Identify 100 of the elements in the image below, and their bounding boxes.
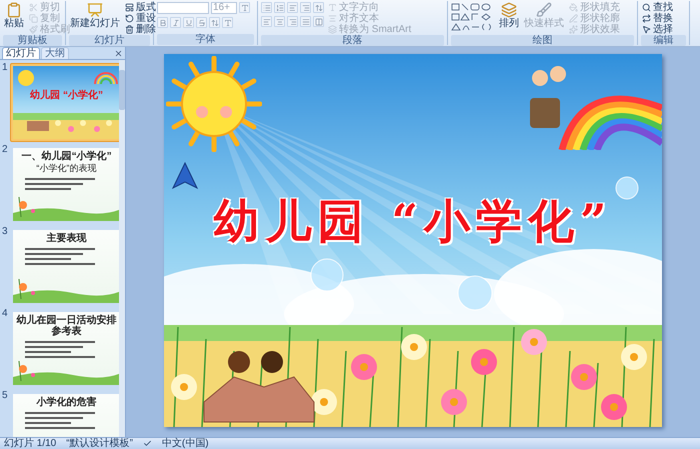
- ribbon-button[interactable]: 查找: [641, 2, 674, 13]
- button-icon: [125, 14, 134, 23]
- format-toggle[interactable]: [170, 17, 181, 28]
- panel-tab[interactable]: 幻灯片: [2, 47, 40, 59]
- format-icon: [172, 18, 180, 26]
- button-icon: [501, 2, 517, 18]
- ribbon-button[interactable]: 重设: [124, 13, 157, 24]
- format-icon: [314, 4, 322, 12]
- format-icon: [158, 18, 166, 26]
- scrollbar-thumb[interactable]: [119, 70, 125, 110]
- button-icon: [328, 3, 337, 12]
- format-icon: [276, 18, 284, 26]
- thumbnail-title: 小学化的危害: [36, 397, 97, 408]
- thumbnail-subtitle: “小学化”的表现: [36, 164, 97, 174]
- button-icon: [29, 14, 38, 23]
- format-toggle[interactable]: [313, 16, 324, 27]
- group-label: 编辑: [641, 35, 686, 46]
- format-toggle[interactable]: [300, 2, 311, 13]
- text-lines-drawing: [24, 411, 95, 431]
- button-icon: [536, 2, 552, 18]
- theme-name: “默认设计模板”: [66, 438, 133, 449]
- button-icon: [642, 25, 651, 34]
- bubble-drawing: [615, 176, 639, 200]
- slide-number: 3: [2, 227, 8, 239]
- text-lines-drawing: [24, 177, 95, 192]
- slide-number: 2: [2, 145, 8, 157]
- slide-number: 1: [2, 63, 8, 75]
- thumbnail-title: 幼儿园 “小学化”: [30, 90, 103, 101]
- button-icon: [29, 3, 38, 12]
- format-toggle[interactable]: [261, 2, 272, 13]
- format-toggle[interactable]: [287, 16, 298, 27]
- bubble-drawing: [310, 258, 344, 292]
- button-icon: [87, 2, 103, 18]
- group-label: 字体: [157, 34, 254, 45]
- format-toggle[interactable]: [209, 17, 220, 28]
- slide-title: 幼儿园 “小学化”: [214, 194, 612, 248]
- format-toggle[interactable]: [261, 16, 272, 27]
- format-toggle[interactable]: [274, 16, 285, 27]
- format-icon: [224, 18, 232, 26]
- group-label: 幻灯片: [69, 35, 150, 46]
- text-lines-drawing: [24, 247, 95, 267]
- group-label: 剪贴板: [3, 35, 62, 46]
- format-toggle[interactable]: [222, 17, 233, 28]
- ribbon-large-button[interactable]: 粘贴: [3, 2, 25, 29]
- panel-tab[interactable]: 大纲: [41, 47, 69, 59]
- ribbon-large-button[interactable]: 排列: [498, 2, 520, 29]
- ribbon-button[interactable]: 替换: [641, 13, 674, 24]
- bubble-drawing: [457, 275, 493, 311]
- thumbnail-title: 主要表现: [46, 233, 87, 244]
- format-toggle[interactable]: [287, 2, 298, 13]
- format-icon: [240, 4, 248, 12]
- format-icon: [288, 4, 296, 12]
- language-indicator: 中文(中国): [162, 438, 209, 449]
- button-icon: [642, 14, 651, 23]
- button-icon: [569, 14, 578, 23]
- button-icon: [125, 25, 134, 34]
- slide-number: 5: [2, 391, 8, 403]
- slide-counter: 幻灯片 1/10: [4, 438, 56, 449]
- format-icon: [314, 18, 322, 26]
- format-toggle[interactable]: [183, 17, 194, 28]
- group-label: 绘图: [451, 35, 634, 46]
- format-icon: [276, 4, 284, 12]
- thumbnail-title: 一、幼儿园“小学化”: [22, 151, 112, 162]
- format-icon: [288, 18, 296, 26]
- rainbow-drawing: [92, 70, 119, 84]
- button-icon: [328, 14, 337, 23]
- button-icon: [125, 3, 134, 12]
- format-toggle[interactable]: [157, 17, 168, 28]
- button-icon: [642, 3, 651, 12]
- format-icon: [262, 18, 270, 26]
- text-lines-drawing: [24, 340, 95, 360]
- ribbon-button[interactable]: 删除: [124, 24, 157, 35]
- button-icon: [29, 25, 38, 34]
- format-icon: [302, 4, 310, 12]
- font-name-field[interactable]: [157, 2, 209, 14]
- format-icon: [184, 18, 192, 26]
- format-icon: [262, 4, 270, 12]
- format-icon: [198, 18, 206, 26]
- ribbon-button[interactable]: 选择: [641, 24, 674, 35]
- format-toggle[interactable]: [274, 2, 285, 13]
- format-icon: [302, 18, 310, 26]
- button-icon: [569, 3, 578, 12]
- slide-number: 4: [2, 309, 8, 321]
- rocket-toy-drawing: [172, 162, 198, 190]
- spell-check-icon: [142, 439, 152, 448]
- button-icon: [569, 25, 578, 34]
- button-icon: [6, 2, 22, 18]
- format-toggle[interactable]: [300, 16, 311, 27]
- format-toggle[interactable]: [313, 2, 324, 13]
- button-icon: [328, 25, 337, 34]
- scrollbar[interactable]: [119, 60, 125, 437]
- thumbnail-title: 幼儿在园一日活动安排参考表: [16, 315, 118, 337]
- group-label: 段落: [261, 35, 444, 46]
- format-toggle[interactable]: [239, 2, 250, 13]
- ribbon-large-button[interactable]: 新建幻灯片: [69, 2, 121, 29]
- format-toggle[interactable]: [196, 17, 207, 28]
- sun-drawing: [16, 68, 36, 88]
- close-icon[interactable]: [114, 49, 123, 58]
- format-icon: [210, 18, 218, 26]
- ribbon-button[interactable]: 版式: [124, 2, 157, 13]
